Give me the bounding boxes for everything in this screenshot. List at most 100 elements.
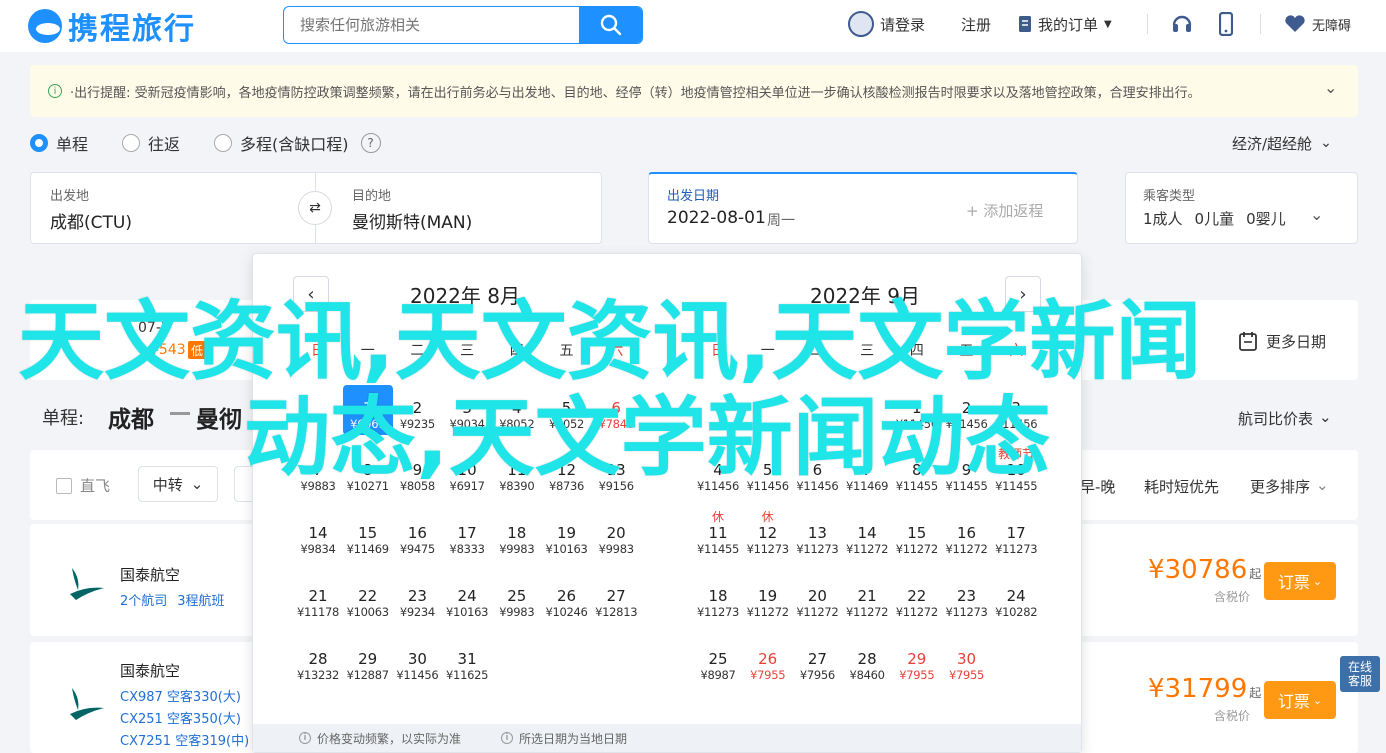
calendar-day[interactable]: 休 11 ¥11455 (693, 510, 743, 560)
calendar-day[interactable]: 28 ¥13232 (293, 636, 343, 686)
airline-compare-button[interactable]: 航司比价表 ⌄ (1238, 408, 1332, 429)
calendar-day[interactable]: 25 ¥9983 (492, 573, 542, 623)
calendar-day[interactable]: 15 ¥11272 (892, 510, 942, 560)
airline-count[interactable]: 2个航司 (120, 590, 167, 609)
date-input[interactable]: 2022-08-01 (667, 208, 766, 228)
day-price: ¥12887 (346, 668, 389, 682)
calendar-day[interactable]: 23 ¥11273 (942, 573, 992, 623)
trip-type-multi[interactable]: 多程(含缺口程) ? (214, 132, 381, 154)
help-icon[interactable]: ? (360, 133, 381, 153)
calendar-day[interactable]: 21 ¥11272 (842, 573, 892, 623)
from-label: 出发地 (50, 189, 90, 204)
calendar-day[interactable]: 19 ¥11272 (743, 573, 793, 623)
tag-slot (693, 573, 743, 587)
from-input[interactable]: 成都(CTU) (50, 208, 132, 233)
calendar-day[interactable]: 16 ¥11272 (942, 510, 992, 560)
calendar-day[interactable]: 29 ¥7955 (892, 636, 942, 686)
mobile-app-icon[interactable] (1218, 11, 1234, 40)
footer-note: i 所选日期为当地日期 (501, 730, 627, 747)
book-button[interactable]: 订票 ⌄ (1264, 681, 1336, 719)
day-number: 29 (358, 650, 378, 668)
flight-segment[interactable]: CX987 空客330(大) (120, 686, 241, 705)
logo[interactable]: 携程旅行 (28, 6, 196, 47)
accessibility-link[interactable]: 无障碍 (1284, 0, 1351, 48)
calendar-day[interactable]: 21 ¥11178 (293, 573, 343, 623)
calendar-day[interactable]: 30 ¥7955 (942, 636, 992, 686)
trip-type-oneway[interactable]: 单程 (30, 132, 88, 154)
calendar-day[interactable]: 20 ¥11272 (792, 573, 842, 623)
to-input[interactable]: 曼彻斯特(MAN) (352, 208, 472, 233)
info-icon: i (299, 732, 311, 744)
overlay-headline-line1: 天文资讯,天文资讯,天文学新闻 (18, 292, 1202, 392)
calendar-day[interactable]: 29 ¥12887 (343, 636, 393, 686)
tag-slot (392, 573, 442, 587)
calendar-day[interactable]: 27 ¥12813 (591, 573, 641, 623)
direct-only-checkbox[interactable]: 直飞 (56, 475, 110, 496)
calendar-day[interactable]: 22 ¥11272 (892, 573, 942, 623)
calendar-day[interactable]: 14 ¥9834 (293, 510, 343, 560)
flight-details[interactable]: 2个航司 3程航班 (120, 590, 225, 609)
tag-slot (542, 510, 592, 524)
calendar-day[interactable]: 30 ¥11456 (392, 636, 442, 686)
calendar-day[interactable]: 休 12 ¥11273 (743, 510, 793, 560)
swap-button[interactable]: ⇄ (298, 191, 332, 225)
search-input[interactable] (284, 7, 580, 43)
calendar-day[interactable]: 13 ¥11273 (792, 510, 842, 560)
more-sort-label: 更多排序 (1250, 478, 1311, 496)
calendar-day[interactable]: 14 ¥11272 (842, 510, 892, 560)
day-price: ¥13232 (296, 668, 340, 682)
more-sort-dropdown[interactable]: 更多排序 ⌄ (1250, 476, 1329, 497)
holiday-tag: 休 (761, 510, 774, 524)
calendar-day[interactable]: 17 ¥11273 (991, 510, 1041, 560)
more-dates-button[interactable]: 更多日期 (1238, 330, 1326, 352)
day-price: ¥7955 (948, 668, 985, 682)
chevron-down-icon[interactable]: ⌄ (1324, 78, 1337, 97)
calendar-day[interactable]: 31 ¥11625 (442, 636, 492, 686)
transfer-dropdown[interactable]: 中转 ⌄ (138, 466, 218, 502)
day-number: 20 (807, 587, 827, 605)
calendar-day[interactable]: 16 ¥9475 (392, 510, 442, 560)
calendar-day[interactable]: 27 ¥7956 (792, 636, 842, 686)
day-number: 26 (758, 650, 778, 668)
sort-shortest[interactable]: 耗时短优先 (1144, 476, 1219, 497)
holiday-tag: 休 (711, 510, 724, 524)
day-number: 16 (407, 524, 427, 542)
tag-slot (442, 573, 492, 587)
calendar-day[interactable]: 20 ¥9983 (591, 510, 641, 560)
flight-segment[interactable]: CX251 空客350(大) (120, 708, 241, 727)
login-link[interactable]: 请登录 (848, 0, 925, 48)
trip-type-roundtrip[interactable]: 往返 (122, 132, 180, 154)
calendar-day[interactable]: 24 ¥10163 (442, 573, 492, 623)
my-orders-menu[interactable]: 我的订单 ▼ (1018, 0, 1112, 48)
day-price: ¥11272 (846, 542, 889, 556)
calendar-day[interactable]: 18 ¥9983 (492, 510, 542, 560)
calendar-day[interactable]: 23 ¥9234 (392, 573, 442, 623)
add-return-button[interactable]: + 添加返程 (966, 200, 1043, 221)
online-service-button[interactable]: 在线 客服 (1340, 656, 1380, 692)
calendar-day[interactable]: 17 ¥8333 (442, 510, 492, 560)
day-price: ¥11456 (396, 668, 439, 682)
calendar-day[interactable]: 26 ¥7955 (743, 636, 793, 686)
service-headset-icon[interactable] (1171, 12, 1193, 40)
day-price: ¥11272 (895, 542, 938, 556)
flight-segment[interactable]: CX7251 空客319(中) (120, 730, 249, 749)
book-button[interactable]: 订票 ⌄ (1264, 562, 1336, 600)
calendar-day[interactable]: 26 ¥10246 (542, 573, 592, 623)
calendar-day[interactable]: 25 ¥8987 (693, 636, 743, 686)
ctrip-logo-icon (28, 9, 62, 43)
calendar-day[interactable]: 22 ¥10063 (343, 573, 393, 623)
cabin-select[interactable]: 经济/超经舱 ⌄ (1232, 132, 1332, 154)
tag-slot (492, 510, 542, 524)
calendar-day[interactable]: 18 ¥11273 (693, 573, 743, 623)
calendar-day[interactable]: 28 ¥8460 (842, 636, 892, 686)
tag-slot (293, 573, 343, 587)
register-link[interactable]: 注册 (961, 0, 991, 48)
search-button[interactable] (579, 7, 642, 43)
sort-early-late[interactable]: 早-晚 (1080, 476, 1115, 497)
calendar-day[interactable]: 24 ¥10282 (991, 573, 1041, 623)
segment-count[interactable]: 3程航班 (177, 590, 224, 609)
day-number: 30 (407, 650, 427, 668)
calendar-day[interactable]: 15 ¥11469 (343, 510, 393, 560)
calendar-day[interactable]: 19 ¥10163 (542, 510, 592, 560)
day-number: 24 (1006, 587, 1026, 605)
